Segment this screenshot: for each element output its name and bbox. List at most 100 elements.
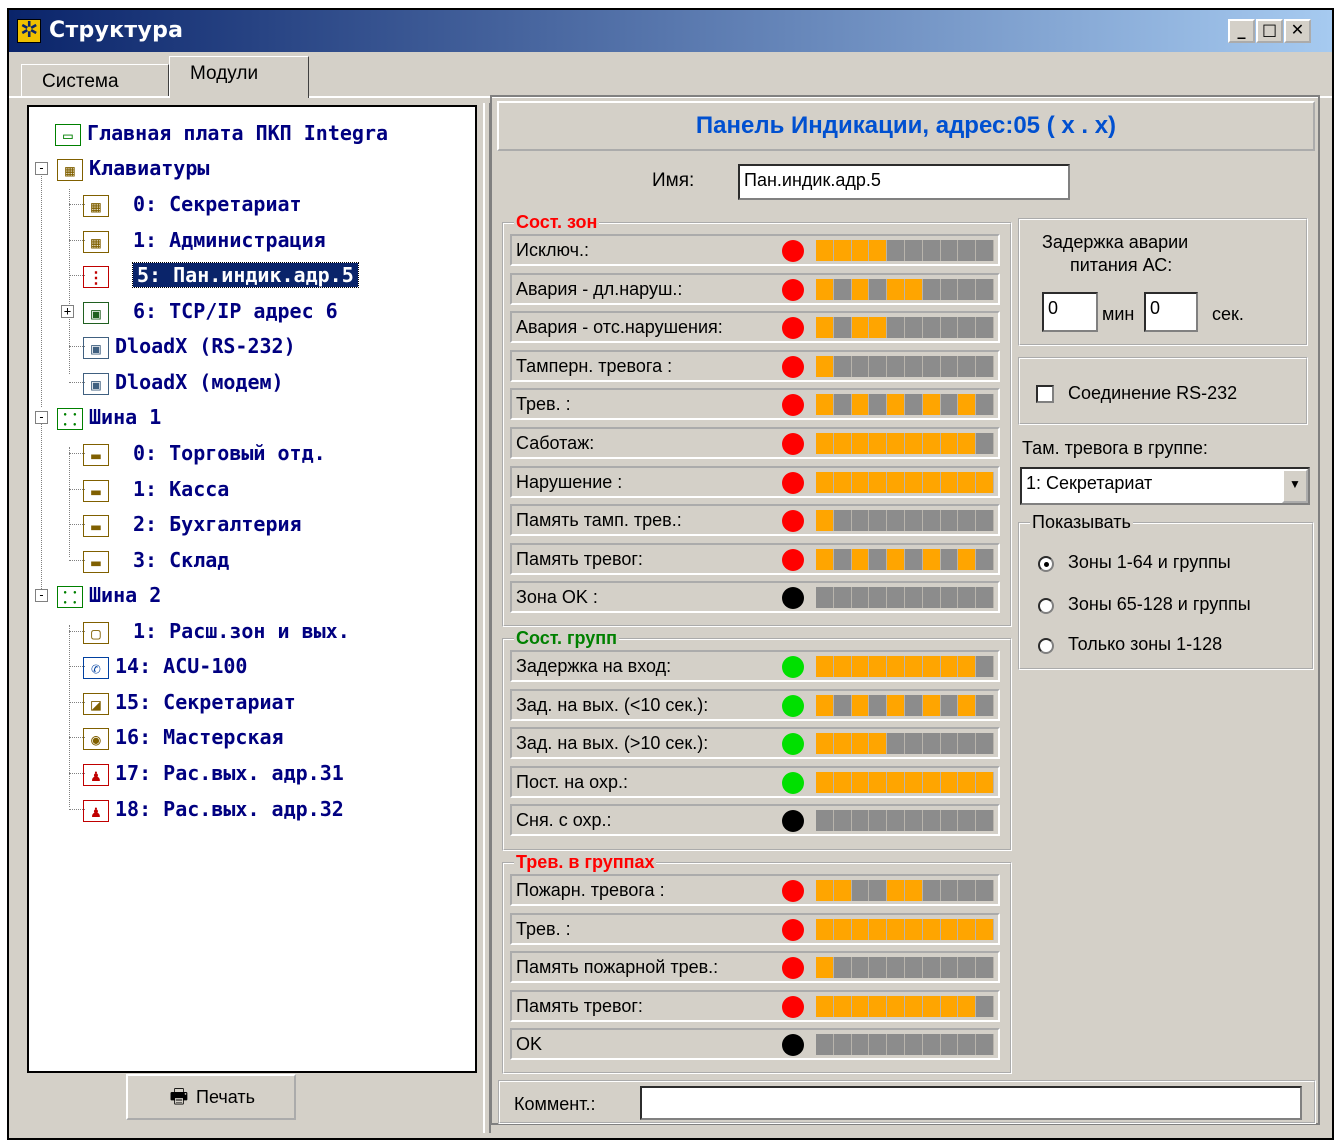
maximize-button[interactable]: □ [1256, 19, 1283, 43]
tree-node[interactable]: ◉ 16: Мастерская [83, 721, 284, 753]
bar-segment [833, 471, 852, 493]
collapse-icon[interactable]: - [35, 162, 48, 175]
chevron-down-icon[interactable]: ▼ [1282, 469, 1308, 503]
tree-node[interactable]: ▣ DloadX (RS-232) [83, 330, 296, 362]
radio-zones-only[interactable] [1038, 638, 1054, 654]
tree-node[interactable]: ⸬ Шина 1 [57, 401, 161, 433]
led-indicator-icon [782, 957, 804, 980]
bar-segment [869, 810, 888, 832]
segment-bar [816, 1034, 994, 1056]
bar-segment [940, 433, 959, 454]
tree-connector [69, 625, 70, 807]
tree-node[interactable]: ▭ Главная плата ПКП Integra [55, 117, 388, 149]
bar-segment [940, 957, 959, 979]
tree-node[interactable]: ⋮ 5: Пан.индик.адр.5 [83, 259, 359, 291]
bar-segment [958, 733, 977, 755]
tree-node[interactable]: ▦ 0: Секретариат [83, 188, 302, 220]
bar-segment [887, 240, 905, 261]
bar-segment [922, 918, 941, 940]
bar-segment [940, 1034, 959, 1056]
close-button[interactable]: ✕ [1284, 19, 1311, 43]
bar-segment [833, 433, 852, 454]
bar-segment [833, 656, 852, 677]
tree-node-label: Шина 2 [89, 583, 162, 607]
minimize-button[interactable]: _ [1228, 19, 1255, 43]
bar-segment [869, 240, 888, 261]
ac-delay-min-input[interactable]: 0 [1042, 292, 1098, 332]
bar-segment [869, 880, 888, 901]
print-button[interactable]: 🖶 Печать [126, 1074, 296, 1120]
name-label: Имя: [652, 170, 695, 191]
bar-segment [869, 510, 888, 532]
zone-row-label: Тамперн. тревога : [516, 355, 673, 376]
bar-segment [904, 694, 923, 716]
output-expander-icon: ♟ [83, 763, 109, 786]
tree-node[interactable]: ▬ 0: Торговый отд. [83, 437, 326, 469]
tree-node[interactable]: ◪ 15: Секретариат [83, 686, 296, 718]
title-bar[interactable]: Структура _ □ ✕ [9, 10, 1332, 52]
led-indicator-icon [782, 548, 804, 571]
bar-segment [869, 548, 888, 570]
alarms-title: Трев. в группах [514, 852, 657, 873]
bar-segment [816, 240, 834, 261]
zone-row: Авария - дл.наруш.: [510, 272, 1000, 305]
bar-segment [869, 771, 888, 793]
radio-zones-1-64-label: Зоны 1-64 и группы [1068, 552, 1231, 572]
tree-node[interactable]: ▬ 1: Касса [83, 473, 229, 505]
ac-delay-min-label: мин [1102, 304, 1135, 324]
rs232-checkbox[interactable] [1036, 385, 1054, 403]
bar-segment [869, 995, 888, 1017]
tree-node[interactable]: ▣ DloadX (модем) [83, 366, 284, 398]
comment-bar: Коммент.: [498, 1080, 1316, 1124]
tamper-group-select[interactable]: 1: Секретариат ▼ [1020, 467, 1310, 505]
led-indicator-icon [782, 587, 804, 610]
bar-segment [869, 394, 888, 416]
bar-segment [887, 1034, 905, 1056]
bar-segment [922, 278, 941, 300]
tree-node[interactable]: ♟ 18: Рас.вых. адр.32 [83, 793, 344, 825]
bar-segment [922, 733, 941, 755]
mainboard-icon: ▭ [55, 123, 81, 146]
bar-segment [887, 394, 905, 416]
tree-node[interactable]: ▣ 6: TCP/IP адрес 6 [83, 295, 338, 327]
bar-segment [922, 694, 941, 716]
bar-segment [816, 317, 834, 339]
bar-segment [940, 733, 959, 755]
bar-segment [904, 510, 923, 532]
bar-segment [958, 317, 977, 339]
led-indicator-icon [782, 995, 804, 1018]
tree-node-label: Главная плата ПКП Integra [87, 121, 389, 145]
tree-node[interactable]: ♟ 17: Рас.вых. адр.31 [83, 757, 344, 789]
alarm-row-label: Память пожарной трев.: [516, 957, 719, 978]
collapse-icon[interactable]: - [35, 589, 48, 602]
bar-segment [904, 587, 923, 609]
bar-segment [833, 995, 852, 1017]
group-row-label: Зад. на вых. (<10 сек.): [516, 694, 709, 715]
tree-node[interactable]: ▬ 3: Склад [83, 544, 229, 576]
bar-segment [851, 810, 870, 832]
bar-segment [851, 355, 870, 377]
tree-node[interactable]: ✆ 14: ACU-100 [83, 650, 247, 682]
bar-segment [833, 548, 852, 570]
tab-modules[interactable]: Модули [169, 56, 309, 98]
segment-bar [816, 957, 994, 979]
tree-node[interactable]: ▦ 1: Администрация [83, 224, 326, 256]
name-input[interactable]: Пан.индик.адр.5 [738, 164, 1070, 200]
radio-zones-65-128[interactable] [1038, 598, 1054, 614]
led-indicator-icon [782, 394, 804, 417]
ac-delay-sec-input[interactable]: 0 [1144, 292, 1198, 332]
tab-system[interactable]: Система [21, 64, 169, 96]
tree-node[interactable]: ▢ 1: Расш.зон и вых. [83, 615, 350, 647]
tree-node[interactable]: ▬ 2: Бухгалтерия [83, 508, 302, 540]
bar-segment [887, 810, 905, 832]
zone-row: Память тревог: [510, 542, 1000, 575]
tree-node[interactable]: ▦ Клавиатуры [57, 152, 209, 184]
comment-input[interactable] [640, 1086, 1302, 1120]
bar-segment [816, 394, 834, 416]
tree-node[interactable]: ⸬ Шина 2 [57, 579, 161, 611]
radio-zones-1-64[interactable] [1038, 556, 1054, 572]
led-indicator-icon [782, 317, 804, 340]
expand-icon[interactable]: + [61, 305, 74, 318]
collapse-icon[interactable]: - [35, 411, 48, 424]
module-tree[interactable]: ▭ Главная плата ПКП Integra - ▦ Клавиатуры ▦ 0… [27, 105, 477, 1073]
